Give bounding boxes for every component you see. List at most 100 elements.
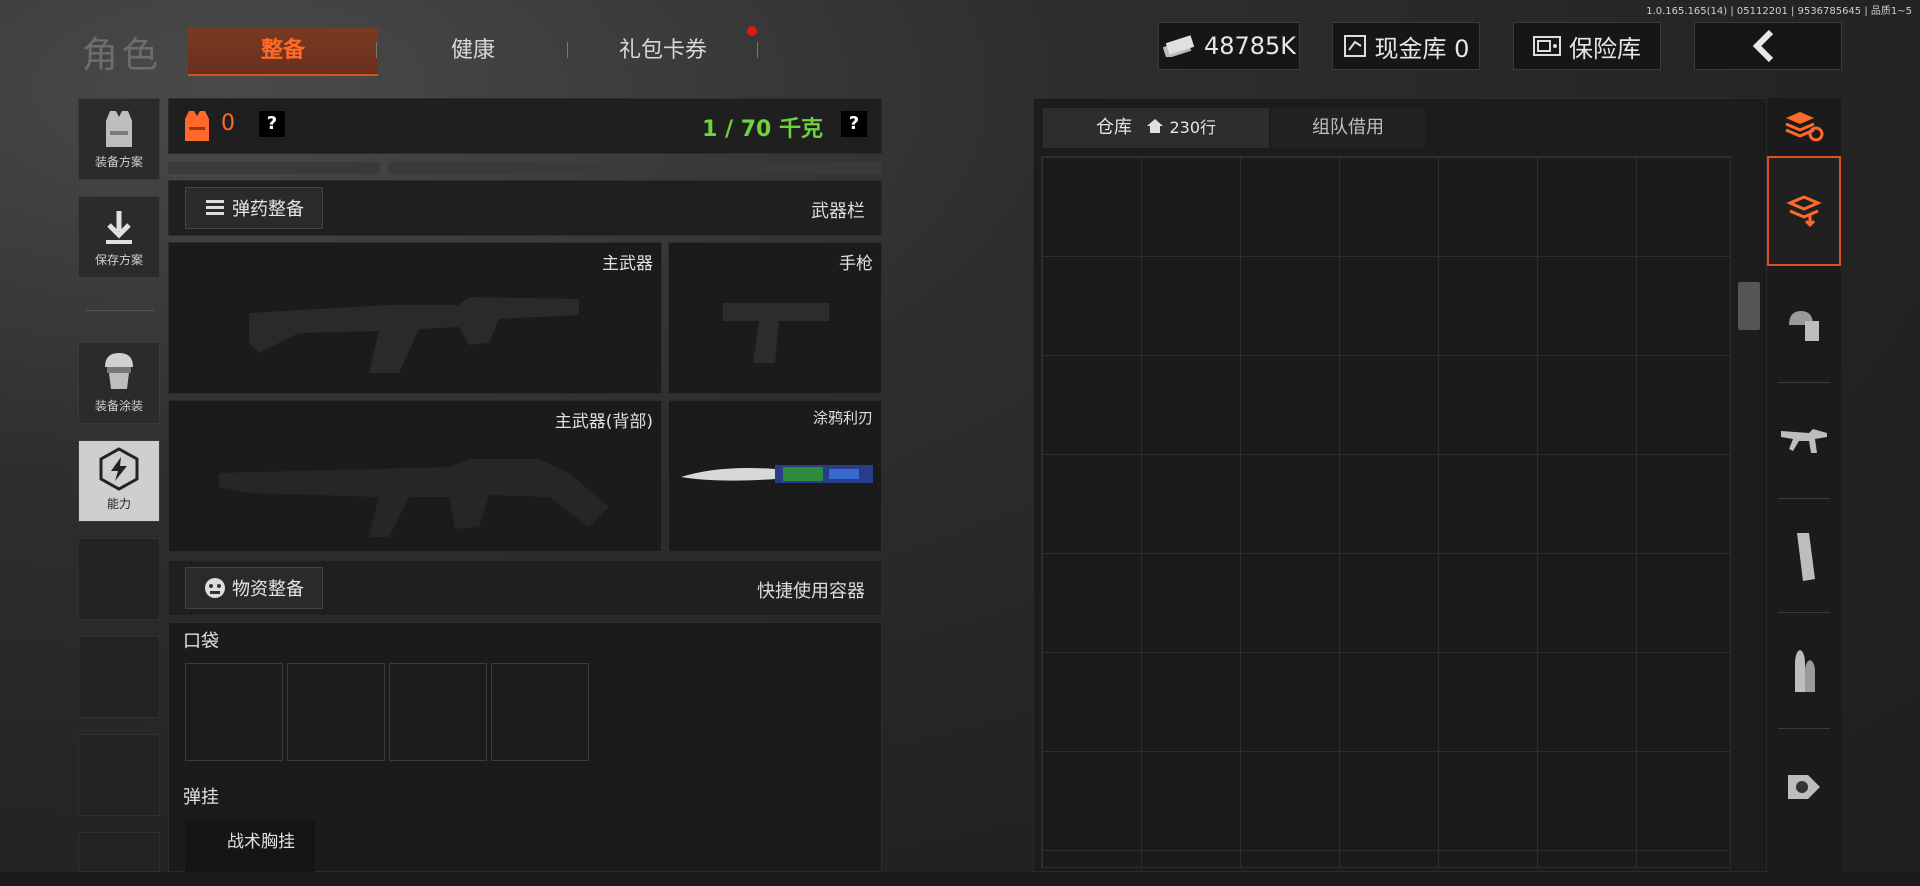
rig-label: 弹挂 [183, 787, 219, 808]
storage-rows: 230行 [1169, 118, 1216, 137]
sidebar-item-label: 装备涂装 [94, 399, 143, 413]
slot-label: 主武器(背部) [554, 412, 653, 432]
pocket-slot[interactable] [491, 663, 589, 761]
help-icon[interactable]: ? [259, 111, 285, 137]
empty-sidebar-slot [78, 636, 160, 718]
progress-segment [168, 162, 380, 174]
magazine-icon [1797, 533, 1815, 581]
weight-capacity: 1 / 70 千克 [702, 117, 823, 142]
supply-loadout-button[interactable]: 物资整备 [185, 567, 323, 609]
ammo-loadout-label: 弹药整备 [232, 199, 304, 220]
sidebar-item-skins[interactable]: 装备涂装 [78, 342, 160, 424]
sidebar-item-label: 能力 [106, 497, 131, 511]
rifle-silhouette-icon [249, 297, 579, 373]
slot-label: 手枪 [839, 254, 873, 274]
containers-panel: 口袋 弹挂 战术胸挂 [168, 622, 882, 873]
rig-slot[interactable]: 战术胸挂 [185, 819, 315, 873]
pockets-label: 口袋 [183, 631, 219, 652]
melee-slot[interactable]: 涂鸦利刃 [668, 400, 882, 552]
rifle-silhouette-icon [219, 459, 609, 537]
cash-stack-icon [1162, 35, 1195, 57]
vault-icon [1343, 35, 1366, 57]
back-button[interactable] [1694, 22, 1842, 70]
butterfly-knife-icon [681, 465, 873, 483]
lightning-hex-icon [99, 447, 139, 491]
safe-button[interactable]: 保险库 [1513, 22, 1661, 70]
version-info: 1.0.165.165(14) | 05112201 | 9536785645 … [1646, 6, 1912, 17]
cash-vault-button[interactable]: 现金库 0 [1332, 22, 1480, 70]
tab-separator [757, 42, 758, 58]
tab-loadout[interactable]: 整备 [188, 28, 378, 76]
safe-icon [1533, 36, 1561, 56]
scope-sight-icon [1788, 775, 1820, 799]
help-icon[interactable]: ? [841, 111, 867, 137]
chevron-left-icon [1752, 29, 1774, 63]
pistol-silhouette-icon [723, 303, 829, 363]
face-mask-icon [205, 578, 225, 598]
pistol-slot[interactable]: 手枪 [668, 242, 882, 394]
category-separator [1778, 728, 1830, 729]
tab-health[interactable]: 健康 [378, 28, 568, 74]
currency-display[interactable]: 48785K [1158, 22, 1300, 70]
ammo-icon [206, 200, 224, 215]
category-separator [1778, 382, 1830, 383]
soldier-helmet-icon [105, 353, 133, 389]
pocket-slot[interactable] [185, 663, 283, 761]
bottom-bar [0, 872, 1920, 886]
sidebar-divider [86, 310, 154, 311]
tab-team-borrow[interactable]: 组队借用 [1271, 108, 1425, 148]
notification-dot [747, 26, 757, 36]
category-ammo[interactable] [1767, 616, 1841, 726]
slot-label: 主武器 [602, 254, 653, 274]
sidebar-item-abilities[interactable]: 能力 [78, 440, 160, 522]
warehouse-scrollbar[interactable] [1738, 282, 1760, 330]
layers-refresh-icon [1785, 112, 1824, 142]
category-weapons[interactable] [1767, 386, 1841, 496]
category-separator [1778, 498, 1830, 499]
sidebar-item-label: 保存方案 [94, 253, 143, 267]
supply-loadout-label: 物资整备 [232, 579, 304, 600]
rig-item-name: 战术胸挂 [227, 832, 295, 852]
sidebar-item-loadout-plans[interactable]: 装备方案 [78, 98, 160, 180]
sidebar-item-save-plan[interactable]: 保存方案 [78, 196, 160, 278]
primary-weapon-slot[interactable]: 主武器 [168, 242, 662, 394]
cash-vault-label: 现金库 0 [1374, 34, 1470, 63]
category-attachments[interactable] [1767, 732, 1841, 842]
layers-download-icon [1786, 195, 1822, 228]
back-primary-weapon-slot[interactable]: 主武器(背部) [168, 400, 662, 552]
safe-label: 保险库 [1569, 34, 1641, 63]
progress-segment [388, 162, 662, 174]
tab-storage-label: 仓库 [1095, 117, 1132, 138]
category-magazines[interactable] [1767, 502, 1841, 612]
empty-sidebar-slot [78, 734, 160, 816]
progress-segment [670, 162, 882, 174]
category-separator [1778, 612, 1830, 613]
quick-container-title: 快捷使用容器 [757, 581, 865, 602]
currency-amount: 48785K [1203, 32, 1297, 60]
page-title: 角色 [82, 35, 163, 76]
home-icon [1146, 119, 1163, 133]
tab-storage[interactable]: 仓库 230行 [1043, 108, 1269, 148]
bullets-icon [1795, 650, 1815, 692]
pocket-slot[interactable] [287, 663, 385, 761]
supply-section-header: 物资整备 快捷使用容器 [168, 560, 882, 616]
empty-sidebar-slot [78, 538, 160, 620]
category-helmet-armor[interactable] [1767, 270, 1841, 380]
melee-item-name: 涂鸦利刃 [812, 409, 873, 427]
rifle-icon [1781, 429, 1827, 453]
download-icon [106, 211, 132, 244]
category-all[interactable] [1767, 156, 1841, 266]
tab-gift-coupons[interactable]: 礼包卡券 [568, 28, 758, 74]
helmet-vest-icon [1789, 311, 1819, 341]
weapons-section-title: 武器栏 [811, 201, 865, 222]
pocket-slot[interactable] [389, 663, 487, 761]
empty-sidebar-slot [78, 832, 160, 872]
sort-button[interactable] [1767, 98, 1841, 154]
sidebar-item-label: 装备方案 [94, 155, 143, 169]
warehouse-grid[interactable] [1041, 156, 1731, 868]
loadout-summary-bar: 0 ? 1 / 70 千克 ? [168, 98, 882, 154]
ammo-loadout-button[interactable]: 弹药整备 [185, 187, 323, 229]
tab-separator [376, 42, 377, 58]
armor-vest-icon [185, 111, 209, 141]
vest-icon [106, 111, 132, 147]
